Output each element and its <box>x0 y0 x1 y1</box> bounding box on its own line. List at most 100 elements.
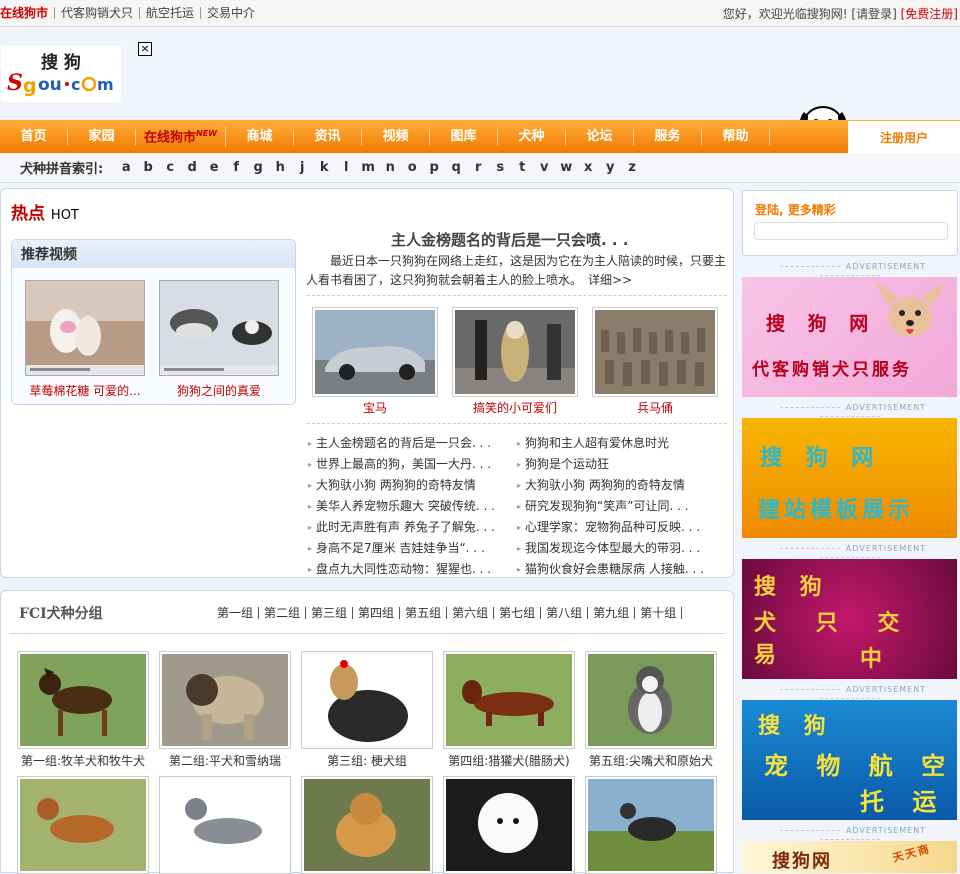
dog-photo-husky[interactable] <box>585 651 717 749</box>
ad-banner-air[interactable]: 搜 狗 宠 物 航 空 托 运 <box>742 700 957 820</box>
pinyin-letter-t[interactable]: t <box>511 160 533 175</box>
video-caption-2[interactable]: 狗狗之间的真爱 <box>154 382 284 399</box>
dog-photo-shepherd[interactable] <box>17 651 149 749</box>
nav-home[interactable]: 首页 <box>0 128 68 145</box>
news-item[interactable]: 大狗驮小狗 两狗狗的奇特友情 <box>517 475 704 496</box>
picture-caption-1[interactable]: 宝马 <box>312 399 438 416</box>
nav-gallery[interactable]: 图库 <box>430 128 498 145</box>
nav-help[interactable]: 帮助 <box>702 128 770 145</box>
news-item[interactable]: 盘点九大同性恋动物：猩猩也. . . <box>308 559 495 580</box>
dog-photo-golden[interactable] <box>301 776 433 874</box>
video-caption-1[interactable]: 草莓棉花糖 可爱的... <box>20 382 150 399</box>
tab-group-5[interactable]: 第五组 <box>405 607 448 619</box>
dog-caption-5[interactable]: 第五组:尖嘴犬和原始犬 <box>581 752 721 769</box>
tab-group-10[interactable]: 第十组 <box>640 607 683 619</box>
login-prompt[interactable]: 登陆, 更多精彩 <box>755 201 836 218</box>
pinyin-letter-c[interactable]: c <box>159 160 181 175</box>
video-thumb-1[interactable] <box>25 280 145 376</box>
pinyin-letter-o[interactable]: o <box>401 160 423 175</box>
pinyin-letter-b[interactable]: b <box>137 160 159 175</box>
dog-caption-3[interactable]: 第三组: 梗犬组 <box>297 752 437 769</box>
top-link-market[interactable]: 在线狗市 <box>0 7 54 19</box>
tab-group-6[interactable]: 第六组 <box>452 607 495 619</box>
picture-bmw[interactable] <box>312 307 438 397</box>
pinyin-letter-y[interactable]: y <box>599 160 621 175</box>
login-link[interactable]: [请登录] <box>851 7 896 21</box>
ad-banner-agent-buy[interactable]: 搜 狗 网 代客购销犬只服务 <box>742 277 957 397</box>
news-item[interactable]: 世界上最高的狗，美国一大丹. . . <box>308 454 495 475</box>
picture-terracotta[interactable] <box>592 307 718 397</box>
pinyin-letter-n[interactable]: n <box>379 160 401 175</box>
tab-group-3[interactable]: 第三组 <box>311 607 354 619</box>
dog-photo-hound[interactable] <box>17 776 149 874</box>
register-link[interactable]: [免费注册] <box>901 7 958 21</box>
news-item[interactable]: 此时无声胜有声 养兔子了解兔. . . <box>308 517 495 538</box>
nav-homeland[interactable]: 家园 <box>68 128 136 145</box>
picture-funny[interactable] <box>452 307 578 397</box>
nav-forum[interactable]: 论坛 <box>566 128 634 145</box>
news-item[interactable]: 狗狗是个运动狂 <box>517 454 704 475</box>
pinyin-letter-a[interactable]: a <box>115 160 137 175</box>
top-link-agent-buy[interactable]: 代客购销犬只 <box>54 7 139 19</box>
news-item[interactable]: 主人金榜题名的背后是一只会. . . <box>308 433 495 454</box>
news-item[interactable]: 我国发现迄今体型最大的带羽. . . <box>517 538 704 559</box>
dog-photo-dachshund[interactable] <box>443 651 575 749</box>
pinyin-letter-q[interactable]: q <box>445 160 467 175</box>
headline-title[interactable]: 主人金榜题名的背后是一只会喷. . . <box>391 229 629 250</box>
nav-breeds[interactable]: 犬种 <box>498 128 566 145</box>
news-item[interactable]: 美华人养宠物乐趣大 突破传统. . . <box>308 496 495 517</box>
news-item[interactable]: 狗狗和主人超有爱休息时光 <box>517 433 704 454</box>
pinyin-letter-f[interactable]: f <box>225 160 247 175</box>
tab-group-8[interactable]: 第八组 <box>546 607 589 619</box>
pinyin-letter-j[interactable]: j <box>291 160 313 175</box>
news-item[interactable]: 心理学家：宠物狗品种可反映. . . <box>517 517 704 538</box>
pinyin-letter-s[interactable]: s <box>489 160 511 175</box>
ad-banner-templates[interactable]: 搜 狗 网 建站模板展示 <box>742 418 957 538</box>
dog-photo-weimaraner[interactable] <box>159 776 291 874</box>
pinyin-letter-k[interactable]: k <box>313 160 335 175</box>
pinyin-letter-w[interactable]: w <box>555 160 577 175</box>
dog-photo-bichon[interactable] <box>443 776 575 874</box>
news-item[interactable]: 身高不足7厘米 吉娃娃争当“. . . <box>308 538 495 559</box>
dog-photo-mastiff[interactable] <box>159 651 291 749</box>
nav-service[interactable]: 服务 <box>634 128 702 145</box>
site-logo[interactable]: 搜 狗 S g ou c m <box>1 46 121 102</box>
news-item[interactable]: 大狗驮小狗 两狗狗的奇特友情 <box>308 475 495 496</box>
ad-banner-shop[interactable]: 搜狗网 天天商 <box>742 841 957 873</box>
news-item[interactable]: 猫狗伙食好会患糖尿病 人接触. . . <box>517 559 704 580</box>
close-icon[interactable]: × <box>138 42 152 56</box>
tab-group-2[interactable]: 第二组 <box>264 607 307 619</box>
nav-online-market[interactable]: 在线狗市NEW <box>136 126 226 147</box>
pinyin-letter-h[interactable]: h <box>269 160 291 175</box>
login-box[interactable] <box>754 222 948 240</box>
picture-caption-3[interactable]: 兵马俑 <box>592 399 718 416</box>
nav-news[interactable]: 资讯 <box>294 128 362 145</box>
pinyin-letter-r[interactable]: r <box>467 160 489 175</box>
nav-video[interactable]: 视频 <box>362 128 430 145</box>
pinyin-letter-e[interactable]: e <box>203 160 225 175</box>
dog-photo-yorkie[interactable] <box>301 651 433 749</box>
tab-group-1[interactable]: 第一组 <box>217 607 260 619</box>
dog-caption-1[interactable]: 第一组:牧羊犬和牧牛犬 <box>13 752 153 769</box>
dog-caption-4[interactable]: 第四组:猎獾犬(腊肠犬) <box>439 752 579 769</box>
picture-caption-2[interactable]: 搞笑的小可爱们 <box>452 399 578 416</box>
nav-mall[interactable]: 商城 <box>226 128 294 145</box>
pinyin-letter-d[interactable]: d <box>181 160 203 175</box>
pinyin-letter-x[interactable]: x <box>577 160 599 175</box>
video-thumb-2[interactable] <box>159 280 279 376</box>
dog-photo-saluki[interactable] <box>585 776 717 874</box>
pinyin-letter-z[interactable]: z <box>621 160 643 175</box>
tab-group-7[interactable]: 第七组 <box>499 607 542 619</box>
dog-caption-2[interactable]: 第二组:平犬和雪纳瑞 <box>155 752 295 769</box>
pinyin-letter-v[interactable]: v <box>533 160 555 175</box>
pinyin-letter-m[interactable]: m <box>357 160 379 175</box>
ad-banner-trade[interactable]: 搜 狗 犬 只 交 易 中 介 <box>742 559 957 679</box>
tab-group-4[interactable]: 第四组 <box>358 607 401 619</box>
top-link-trade-agent[interactable]: 交易中介 <box>200 7 261 19</box>
top-link-air-shipping[interactable]: 航空托运 <box>139 7 200 19</box>
pinyin-letter-l[interactable]: l <box>335 160 357 175</box>
pinyin-letter-p[interactable]: p <box>423 160 445 175</box>
register-user-button[interactable]: 注册用户 <box>848 120 960 153</box>
news-item[interactable]: 研究发现狗狗“笑声”可让同. . . <box>517 496 704 517</box>
pinyin-letter-g[interactable]: g <box>247 160 269 175</box>
